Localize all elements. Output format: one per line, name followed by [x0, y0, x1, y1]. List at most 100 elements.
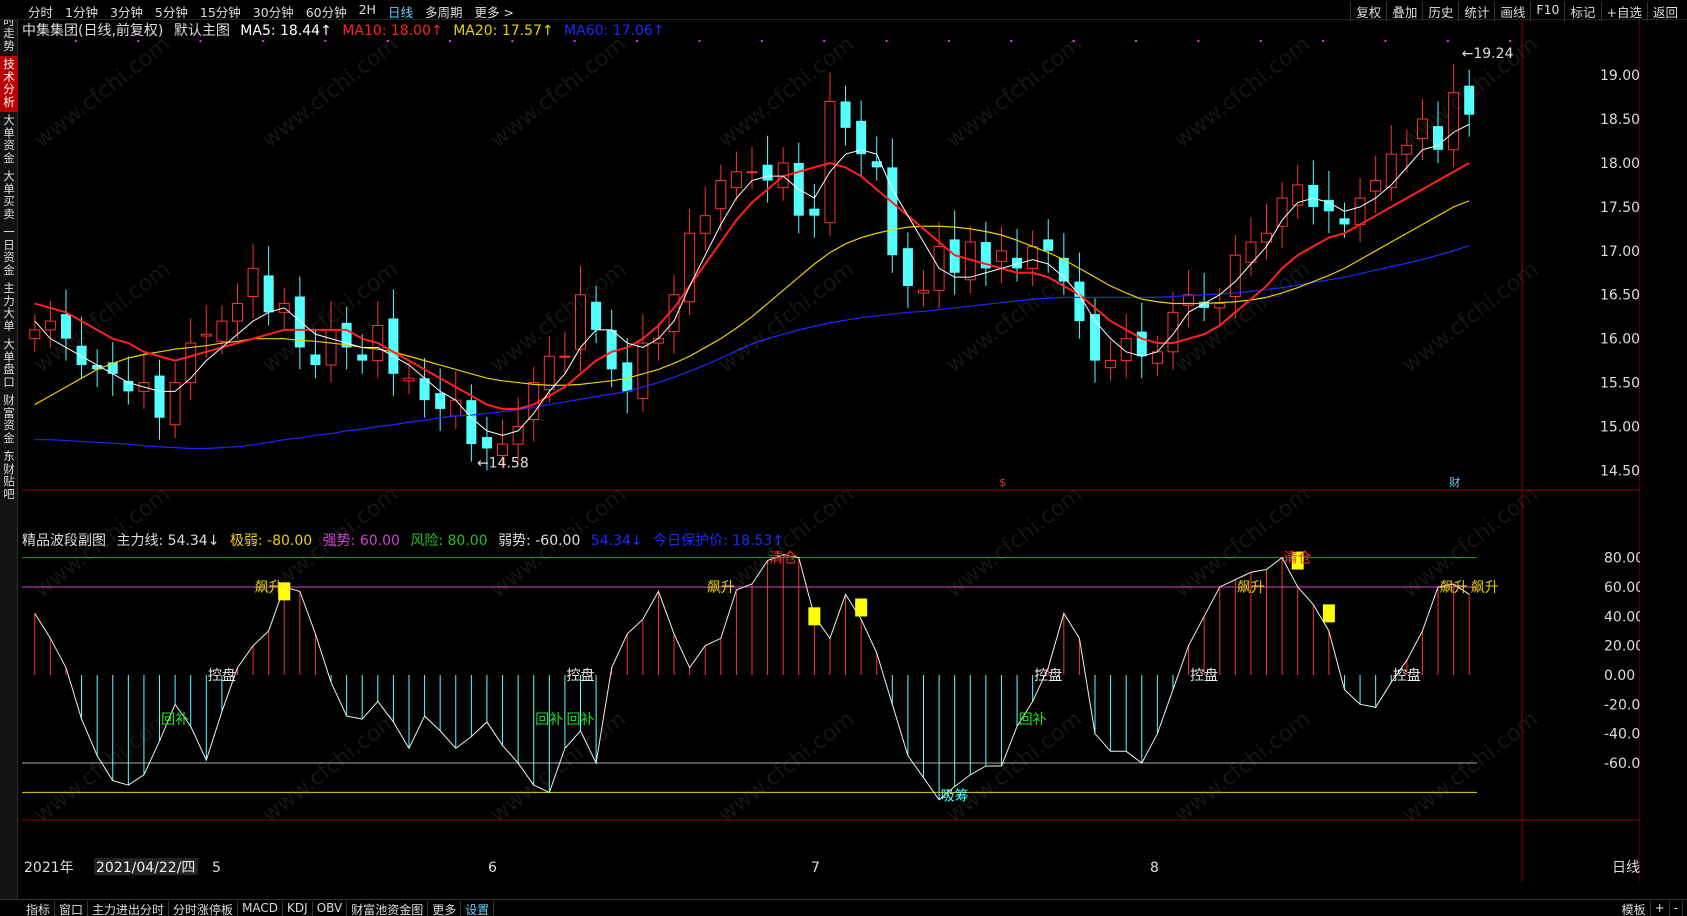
bottom-right-2[interactable]: - [1670, 901, 1683, 916]
sidebar-tab-6[interactable]: 大单盘口 [0, 336, 18, 392]
sub-axis-label: 40.00 [1604, 609, 1640, 625]
sidebar-tab-5[interactable]: 主力大单 [0, 280, 18, 336]
sidebar-tab-1[interactable]: 技术分析 [0, 56, 18, 112]
absorb-label: 吸筹 [941, 787, 969, 804]
bottom-item-8[interactable]: 更多 [428, 901, 462, 916]
refill-label: 回补 [566, 712, 594, 728]
main-legend: 中集集团(日线,前复权) 默认主图 MA5: 18.44↑ MA10: 18.0… [22, 20, 671, 40]
period-tab-5[interactable]: 30分钟 [247, 2, 300, 21]
candle [1308, 160, 1319, 225]
main-line-value: 主力线: 54.34↓ [116, 533, 220, 549]
top-marker [1322, 40, 1325, 42]
indicator-name[interactable]: 默认主图 [174, 23, 230, 39]
toolbar-button-2[interactable]: 历史 [1422, 2, 1458, 21]
candle [1199, 272, 1210, 322]
event-marker[interactable]: $ [999, 476, 1006, 489]
top-marker [1072, 40, 1075, 42]
toolbar-button-1[interactable]: 叠加 [1386, 2, 1422, 21]
rise-label: 飙升 [1440, 580, 1468, 596]
period-tab-2[interactable]: 3分钟 [104, 2, 149, 21]
ma20-value: MA20: 17.57↑ [453, 23, 554, 39]
sub-axis-label: -40.00 [1604, 727, 1640, 743]
sub-axis-label: 60.00 [1604, 580, 1640, 596]
candle [699, 186, 711, 251]
chart-canvas[interactable]: ←19.24←14.58$ 财控盘 控盘 控盘 控盘 控盘飙升 飙升 飙升 飙升 飙升回补 回补 回补… [22, 20, 1640, 882]
period-tab-1[interactable]: 1分钟 [59, 2, 104, 21]
stock-title: 中集集团(日线,前复权) [22, 23, 164, 39]
bottom-right-1[interactable]: + [1651, 901, 1670, 916]
period-tab-9[interactable]: 多周期 [419, 2, 469, 21]
bottom-item-6[interactable]: OBV [313, 901, 348, 916]
candle [871, 136, 882, 181]
candle [793, 142, 804, 234]
period-tab-6[interactable]: 60分钟 [300, 2, 353, 21]
toolbar-button-5[interactable]: F10 [1530, 2, 1564, 21]
bottom-item-1[interactable]: 窗口 [55, 901, 89, 916]
candle [840, 85, 851, 146]
left-sidebar: 分时走势技术分析大单资金大单买卖一日资金主力大单大单盘口财富资金东财贴吧 [0, 0, 18, 916]
candle [1027, 230, 1039, 286]
finance-marker[interactable]: 财 [1449, 475, 1460, 489]
candle [746, 147, 758, 190]
sub-legend: 精品波段副图 主力线: 54.34↓ 极弱: -80.00 强势: 60.00 … [22, 530, 790, 550]
sidebar-tab-7[interactable]: 财富资金 [0, 392, 18, 448]
bottom-item-4[interactable]: MACD [238, 901, 284, 916]
sidebar-tab-3[interactable]: 大单买卖 [0, 168, 18, 224]
period-tab-8[interactable]: 日线 [382, 2, 419, 21]
toolbar-button-7[interactable]: +自选 [1600, 2, 1647, 21]
candle [1292, 164, 1304, 219]
sub-indicator-name[interactable]: 精品波段副图 [22, 533, 106, 549]
bottom-item-2[interactable]: 主力进出分时 [88, 901, 170, 916]
period-tab-0[interactable]: 分时 [22, 2, 59, 21]
ma10-value: MA10: 18.00↑ [342, 23, 443, 39]
candle [1416, 98, 1428, 161]
toolbar-button-3[interactable]: 统计 [1458, 2, 1494, 21]
control-label: 控盘 [1034, 667, 1062, 684]
toolbar-button-8[interactable]: 返回 [1646, 2, 1683, 21]
weak-value: 弱势: -60.00 [498, 533, 581, 549]
sidebar-tab-2[interactable]: 大单资金 [0, 112, 18, 168]
toolbar-button-0[interactable]: 复权 [1350, 2, 1386, 21]
ma20-line [34, 200, 1470, 406]
candle [29, 314, 41, 352]
month-label: 7 [811, 860, 820, 876]
clear-label: 清仓 [769, 551, 797, 567]
bottom-item-3[interactable]: 分时涨停板 [169, 901, 239, 916]
high-price-label: ←19.24 [1462, 46, 1514, 62]
price-axis-label: 17.00 [1600, 244, 1640, 260]
price-axis-label: 14.50 [1600, 463, 1640, 479]
period-tab-3[interactable]: 5分钟 [149, 2, 194, 21]
top-marker [448, 40, 451, 42]
price-axis-label: 18.00 [1600, 156, 1640, 172]
top-marker [74, 40, 77, 42]
period-tab-10[interactable]: 更多 > [468, 2, 519, 21]
bottom-item-7[interactable]: 财富池资金图 [347, 901, 429, 916]
candle [777, 147, 789, 201]
bottom-item-5[interactable]: KDJ [283, 901, 313, 916]
candle [856, 100, 867, 177]
top-marker [511, 40, 514, 42]
period-tab-7[interactable]: 2H [353, 2, 382, 21]
candle [902, 232, 913, 308]
month-label: 6 [488, 860, 497, 876]
sidebar-tab-4[interactable]: 一日资金 [0, 224, 18, 280]
price-axis-label: 16.00 [1600, 332, 1640, 348]
price-axis-label: 19.00 [1600, 68, 1640, 84]
cursor-date: 2021/04/22/四 [96, 860, 195, 876]
refill-label: 回补 [161, 712, 189, 728]
candle [1433, 101, 1444, 163]
bottom-item-0[interactable]: 指标 [22, 901, 56, 916]
top-marker [823, 40, 826, 42]
ma5-value: MA5: 18.44↑ [240, 23, 332, 39]
sidebar-tab-8[interactable]: 东财贴吧 [0, 448, 18, 504]
strong-value: 强势: 60.00 [322, 533, 400, 549]
control-label: 控盘 [1190, 667, 1218, 684]
candle [107, 342, 118, 396]
toolbar-button-4[interactable]: 画线 [1494, 2, 1530, 21]
bottom-right-0[interactable]: 模板 [1618, 901, 1651, 916]
bottom-item-9[interactable]: 设置 [461, 901, 495, 916]
toolbar-button-6[interactable]: 标记 [1564, 2, 1600, 21]
refill-label: 回补 [1019, 712, 1047, 728]
year-label: 2021年 [24, 860, 74, 876]
period-tab-4[interactable]: 15分钟 [194, 2, 247, 21]
